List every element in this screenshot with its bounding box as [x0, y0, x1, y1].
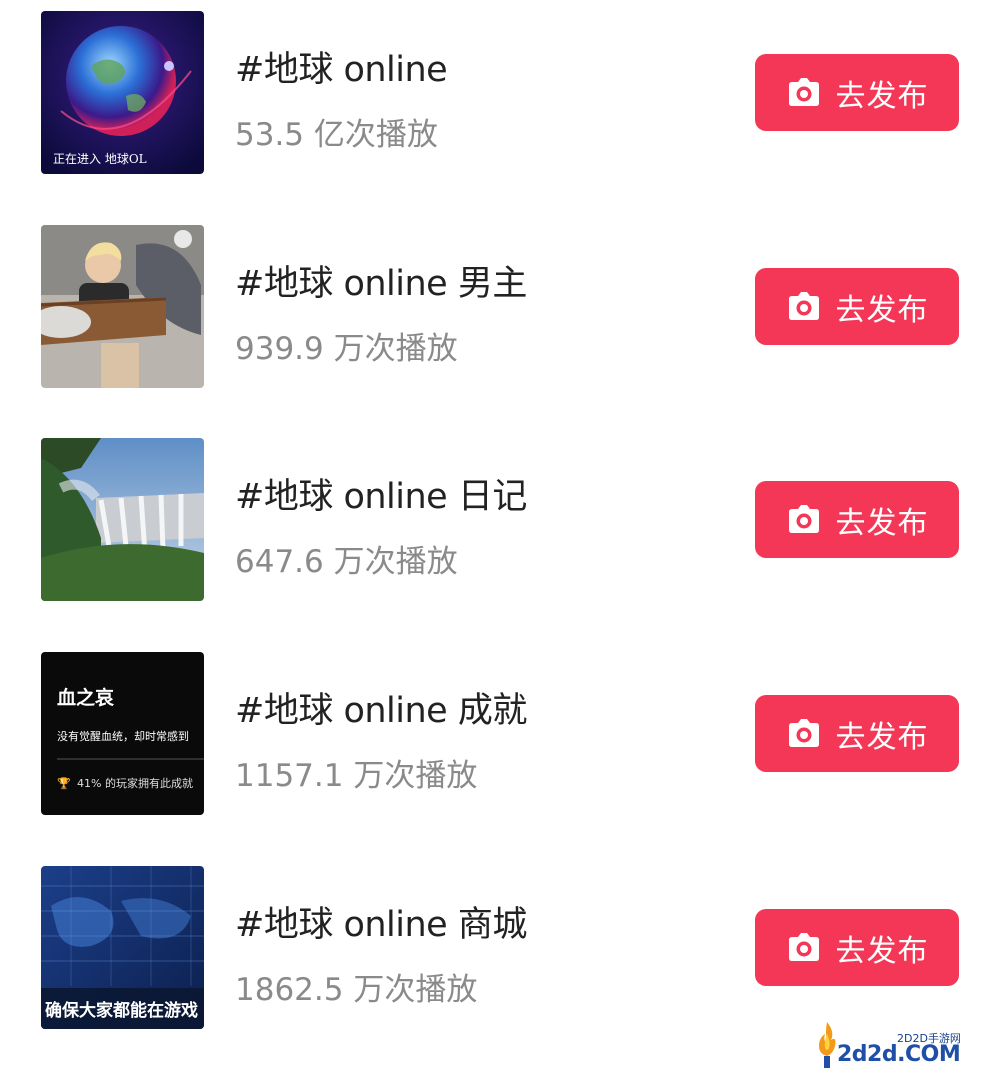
- topic-title[interactable]: #地球 online 日记: [235, 468, 527, 519]
- topic-row[interactable]: 确保大家都能在游戏 #地球 online 商城 1862.5 万次播放 去发布: [0, 866, 1000, 1030]
- camera-icon: [788, 932, 819, 961]
- publish-button[interactable]: 去发布: [755, 268, 959, 345]
- play-count: 647.6 万次播放: [235, 544, 458, 580]
- topic-thumbnail[interactable]: 血之哀 没有觉醒血统，却时常感到 🏆 41% 的玩家拥有此成就: [41, 652, 204, 815]
- thumb-caption: 确保大家都能在游戏: [45, 1000, 198, 1021]
- play-count: 939.9 万次播放: [235, 331, 458, 367]
- topic-row[interactable]: 血之哀 没有觉醒血统，却时常感到 🏆 41% 的玩家拥有此成就 #地球 onli…: [0, 652, 1000, 816]
- camera-icon: [788, 718, 819, 747]
- stock-map-image: 确保大家都能在游戏: [41, 866, 204, 1029]
- topic-thumbnail[interactable]: [41, 438, 204, 601]
- site-watermark: 2D2D手游网 2d2d.COM: [815, 1020, 1000, 1069]
- watermark-domain: 2d2d.COM: [837, 1042, 961, 1067]
- play-count: 53.5 亿次播放: [235, 117, 438, 153]
- topic-title[interactable]: #地球 online: [235, 41, 448, 92]
- camera-icon: [788, 77, 819, 106]
- publish-button-label: 去发布: [835, 293, 929, 327]
- topic-title[interactable]: #地球 online 男主: [235, 255, 527, 306]
- play-count: 1157.1 万次播放: [235, 758, 478, 794]
- trophy-icon: 🏆: [57, 777, 71, 790]
- topic-thumbnail[interactable]: [41, 225, 204, 388]
- camera-icon: [788, 504, 819, 533]
- publish-button-label: 去发布: [835, 720, 929, 754]
- earth-image: 正在进入 地球OL: [41, 11, 204, 174]
- publish-button[interactable]: 去发布: [755, 909, 959, 986]
- topic-thumbnail[interactable]: 确保大家都能在游戏: [41, 866, 204, 1029]
- publish-button-label: 去发布: [835, 934, 929, 968]
- topic-row[interactable]: 正在进入 地球OL #地球 online 53.5 亿次播放 去发布: [0, 11, 1000, 175]
- thumb-heading: 血之哀: [57, 686, 115, 709]
- topic-title[interactable]: #地球 online 商城: [235, 896, 527, 947]
- thumb-stat: 41% 的玩家拥有此成就: [77, 776, 193, 790]
- topic-row[interactable]: #地球 online 男主 939.9 万次播放 去发布: [0, 225, 1000, 389]
- achievement-card-image: 血之哀 没有觉醒血统，却时常感到 🏆 41% 的玩家拥有此成就: [41, 652, 204, 815]
- camera-icon: [788, 291, 819, 320]
- topic-thumbnail[interactable]: 正在进入 地球OL: [41, 11, 204, 174]
- waterfall-photo: [41, 438, 204, 601]
- publish-button[interactable]: 去发布: [755, 54, 959, 131]
- play-count: 1862.5 万次播放: [235, 972, 478, 1008]
- publish-button[interactable]: 去发布: [755, 695, 959, 772]
- publish-button-label: 去发布: [835, 79, 929, 113]
- person-photo: [41, 225, 204, 388]
- thumb-line: 没有觉醒血统，却时常感到: [57, 729, 189, 743]
- topic-row[interactable]: #地球 online 日记 647.6 万次播放 去发布: [0, 438, 1000, 602]
- thumb-overlay-text: 正在进入 地球OL: [53, 152, 147, 166]
- topic-title[interactable]: #地球 online 成就: [235, 682, 527, 733]
- publish-button[interactable]: 去发布: [755, 481, 959, 558]
- flame-logo-icon: [819, 1022, 836, 1068]
- publish-button-label: 去发布: [835, 506, 929, 540]
